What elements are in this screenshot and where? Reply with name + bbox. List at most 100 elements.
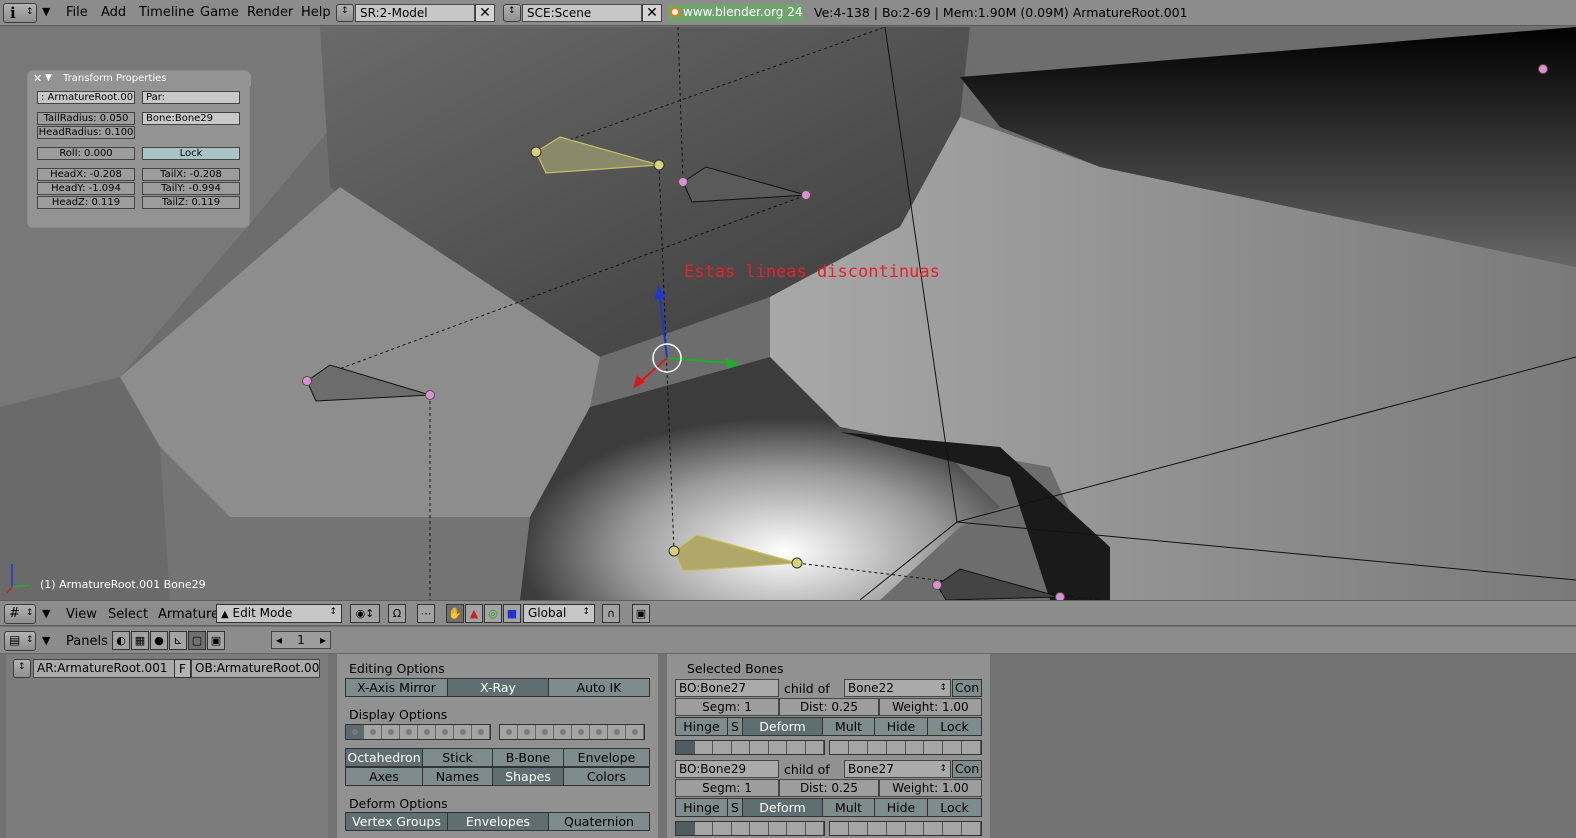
bone-name-field[interactable]: Bone:Bone29 xyxy=(142,112,240,125)
shading-context-button[interactable]: ● xyxy=(150,631,168,650)
weight-field[interactable]: Weight: 1.00 xyxy=(879,779,982,797)
editing-context-button[interactable]: ▢ xyxy=(188,631,206,650)
screen-delete-button[interactable]: ✕ xyxy=(475,4,495,22)
bone-name-field[interactable]: BO:Bone27 xyxy=(675,679,779,697)
vertex-groups-button[interactable]: Vertex Groups xyxy=(345,812,448,831)
stick-button[interactable]: Stick xyxy=(422,748,493,767)
envelope-button[interactable]: Envelope xyxy=(563,748,650,767)
scene-context-button[interactable]: ▣ xyxy=(207,631,225,650)
segments-field[interactable]: Segm: 1 xyxy=(675,698,779,716)
connect-button[interactable]: Con xyxy=(952,760,982,778)
head-z-field[interactable]: HeadZ: 0.119 xyxy=(37,196,135,209)
bone-name-field[interactable]: BO:Bone29 xyxy=(675,760,779,778)
distance-field[interactable]: Dist: 0.25 xyxy=(779,698,879,716)
scale-button[interactable]: S xyxy=(727,798,743,817)
screen-name-field[interactable]: SR:2-Model xyxy=(355,4,475,22)
armature-name-field[interactable]: AR:ArmatureRoot.001 xyxy=(33,659,175,678)
object-name-field[interactable]: OB:ArmatureRoot.001 xyxy=(191,659,320,678)
armature-browse-button[interactable]: ↕ xyxy=(13,659,31,678)
parent-field[interactable]: Par: xyxy=(142,91,240,104)
connect-button[interactable]: Con xyxy=(952,679,982,697)
screen-browse-button[interactable]: ↕ xyxy=(336,4,354,22)
scene-browse-button[interactable]: ↕ xyxy=(503,4,521,22)
hinge-button[interactable]: Hinge xyxy=(675,798,728,817)
render-button[interactable]: ▣ xyxy=(632,604,650,623)
deform-button[interactable]: Deform xyxy=(742,798,823,817)
parent-bone-select[interactable]: Bone22 ↕ xyxy=(844,679,951,697)
collapse-menu-icon[interactable]: ▼ xyxy=(42,607,50,620)
colors-button[interactable]: Colors xyxy=(563,767,650,786)
mode-select[interactable]: ▲ Edit Mode ↕ xyxy=(216,604,342,623)
snap-button[interactable]: ∩ xyxy=(602,604,620,623)
menu-select[interactable]: Select xyxy=(108,607,148,622)
editor-type-button[interactable]: # ↕ xyxy=(4,604,36,624)
bone-layers-left[interactable] xyxy=(675,821,825,836)
head-y-field[interactable]: HeadY: -1.094 xyxy=(37,182,135,195)
draw-type-button[interactable]: ◉↕ xyxy=(350,604,380,623)
head-x-field[interactable]: HeadX: -0.208 xyxy=(37,168,135,181)
axes-button[interactable]: Axes xyxy=(345,767,423,786)
frame-field[interactable]: ◂ 1 ▸ xyxy=(271,631,331,649)
hinge-button[interactable]: Hinge xyxy=(675,717,728,736)
collapse-icon[interactable]: ▼ xyxy=(45,71,52,86)
b-bone-button[interactable]: B-Bone xyxy=(492,748,564,767)
collapse-menu-icon[interactable]: ▼ xyxy=(42,5,50,18)
hide-button[interactable]: Hide xyxy=(874,798,928,817)
orientation-select[interactable]: Global ↕ xyxy=(523,604,595,623)
envelopes-button[interactable]: Envelopes xyxy=(447,812,549,831)
weight-field[interactable]: Weight: 1.00 xyxy=(879,698,982,716)
logic-context-button[interactable]: ◐ xyxy=(112,631,130,650)
object-name-field[interactable]: : ArmatureRoot.001 xyxy=(37,91,135,104)
tail-x-field[interactable]: TailX: -0.208 xyxy=(142,168,240,181)
x-axis-mirror-button[interactable]: X-Axis Mirror xyxy=(345,678,448,697)
rotate-manipulator[interactable]: ◎ xyxy=(484,604,502,623)
mult-button[interactable]: Mult xyxy=(822,717,875,736)
lock-button[interactable]: Lock xyxy=(142,147,240,160)
limit-selection-button[interactable]: ⋯ xyxy=(417,604,435,623)
fake-user-button[interactable]: F xyxy=(174,659,191,678)
bone-layers-left[interactable] xyxy=(675,740,825,755)
shapes-button[interactable]: Shapes xyxy=(492,767,564,786)
right-arrow-icon[interactable]: ▸ xyxy=(320,632,326,648)
auto-ik-button[interactable]: Auto IK xyxy=(548,678,650,697)
names-button[interactable]: Names xyxy=(422,767,493,786)
tail-y-field[interactable]: TailY: -0.994 xyxy=(142,182,240,195)
distance-field[interactable]: Dist: 0.25 xyxy=(779,779,879,797)
scale-manipulator[interactable]: ■ xyxy=(503,604,521,623)
scene-name-field[interactable]: SCE:Scene xyxy=(522,4,642,22)
bone-layers-right[interactable] xyxy=(829,821,982,836)
layer-buttons-right[interactable] xyxy=(499,724,645,740)
lock-button[interactable]: Lock xyxy=(927,798,982,817)
layer-buttons-left[interactable] xyxy=(345,724,491,740)
scene-delete-button[interactable]: ✕ xyxy=(642,4,662,22)
lock-button[interactable]: Lock xyxy=(927,717,982,736)
hide-button[interactable]: Hide xyxy=(874,717,928,736)
script-context-button[interactable]: ▦ xyxy=(131,631,149,650)
panel-title-bar[interactable]: ✕ ▼ Transform Properties xyxy=(28,71,251,86)
menu-help[interactable]: Help xyxy=(301,5,331,20)
segments-field[interactable]: Segm: 1 xyxy=(675,779,779,797)
menu-view[interactable]: View xyxy=(66,607,97,622)
octahedron-button[interactable]: Octahedron xyxy=(345,748,423,767)
editor-type-button[interactable]: i ↕ xyxy=(3,3,37,23)
translate-manipulator[interactable]: ▲ xyxy=(465,604,483,623)
pivot-button[interactable]: Ω xyxy=(388,604,406,623)
left-arrow-icon[interactable]: ◂ xyxy=(276,632,282,648)
quaternion-button[interactable]: Quaternion xyxy=(548,812,650,831)
head-radius-field[interactable]: HeadRadius: 0.100 xyxy=(37,126,135,139)
manipulator-toggle[interactable]: ✋ xyxy=(446,604,464,623)
mult-button[interactable]: Mult xyxy=(822,798,875,817)
x-ray-button[interactable]: X-Ray xyxy=(447,678,549,697)
scale-button[interactable]: S xyxy=(727,717,743,736)
bone-layers-right[interactable] xyxy=(829,740,982,755)
tail-radius-field[interactable]: TailRadius: 0.050 xyxy=(37,112,135,125)
menu-timeline[interactable]: Timeline xyxy=(139,5,194,20)
blender-url-link[interactable]: www.blender.org 249 xyxy=(667,4,803,22)
object-context-button[interactable]: ⊾ xyxy=(169,631,187,650)
close-icon[interactable]: ✕ xyxy=(33,71,42,86)
menu-add[interactable]: Add xyxy=(101,5,126,20)
editor-type-button[interactable]: ▤ ↕ xyxy=(4,631,36,651)
menu-game[interactable]: Game xyxy=(200,5,239,20)
menu-file[interactable]: File xyxy=(66,5,88,20)
deform-button[interactable]: Deform xyxy=(742,717,823,736)
